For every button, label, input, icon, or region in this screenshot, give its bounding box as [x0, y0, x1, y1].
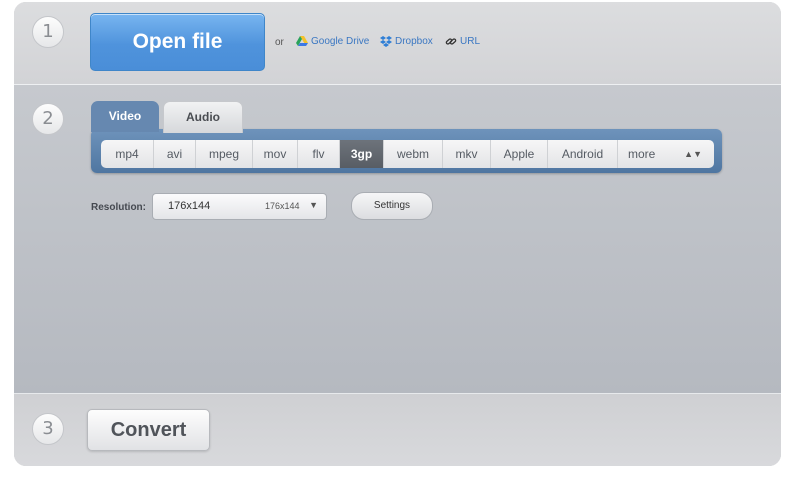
tab-audio[interactable]: Audio — [163, 101, 243, 133]
url-label: URL — [460, 36, 481, 47]
format-more-label: more — [628, 147, 656, 161]
format-mp4[interactable]: mp4 — [101, 140, 154, 168]
format-apple[interactable]: Apple — [491, 140, 548, 168]
format-list: mp4 avi mpeg mov flv 3gp webm mkv Apple … — [101, 140, 714, 168]
convert-button[interactable]: Convert — [87, 409, 210, 451]
format-android[interactable]: Android — [548, 140, 618, 168]
format-mkv[interactable]: mkv — [443, 140, 491, 168]
dropbox-link[interactable]: Dropbox — [380, 36, 433, 47]
format-more[interactable]: more ▲▼ — [618, 140, 714, 168]
dropbox-label: Dropbox — [395, 36, 433, 47]
format-mov[interactable]: mov — [253, 140, 298, 168]
url-link[interactable]: URL — [445, 36, 480, 47]
format-webm[interactable]: webm — [384, 140, 443, 168]
format-3gp[interactable]: 3gp — [340, 140, 384, 168]
resolution-value-secondary: 176x144 — [265, 201, 300, 211]
link-icon — [445, 36, 457, 47]
up-down-arrow-icon: ▲▼ — [684, 149, 702, 159]
resolution-label: Resolution: — [91, 202, 146, 213]
step-format-section: 2 Audio Video mp4 avi mpeg mov flv 3gp w… — [14, 85, 781, 394]
format-avi[interactable]: avi — [154, 140, 196, 168]
chevron-down-icon: ▼ — [309, 200, 318, 210]
google-drive-label: Google Drive — [311, 36, 370, 47]
converter-panel: 1 Open file or Google Drive Dropbox URL … — [14, 2, 781, 466]
settings-button[interactable]: Settings — [351, 192, 433, 220]
format-mpeg[interactable]: mpeg — [196, 140, 253, 168]
step-number-1: 1 — [32, 16, 64, 48]
or-label: or — [275, 37, 284, 48]
google-drive-icon — [296, 36, 308, 47]
step-open-section: 1 Open file or Google Drive Dropbox URL — [14, 2, 781, 85]
step-number-2: 2 — [32, 103, 64, 135]
format-flv[interactable]: flv — [298, 140, 340, 168]
resolution-select[interactable]: 176x144 176x144 ▼ — [152, 193, 327, 220]
open-file-button[interactable]: Open file — [90, 13, 265, 71]
google-drive-link[interactable]: Google Drive — [296, 36, 369, 47]
resolution-value: 176x144 — [168, 200, 211, 212]
tab-video[interactable]: Video — [91, 101, 159, 132]
step-number-3: 3 — [32, 413, 64, 445]
step-convert-section: 3 Convert — [14, 394, 781, 466]
dropbox-icon — [380, 36, 392, 47]
